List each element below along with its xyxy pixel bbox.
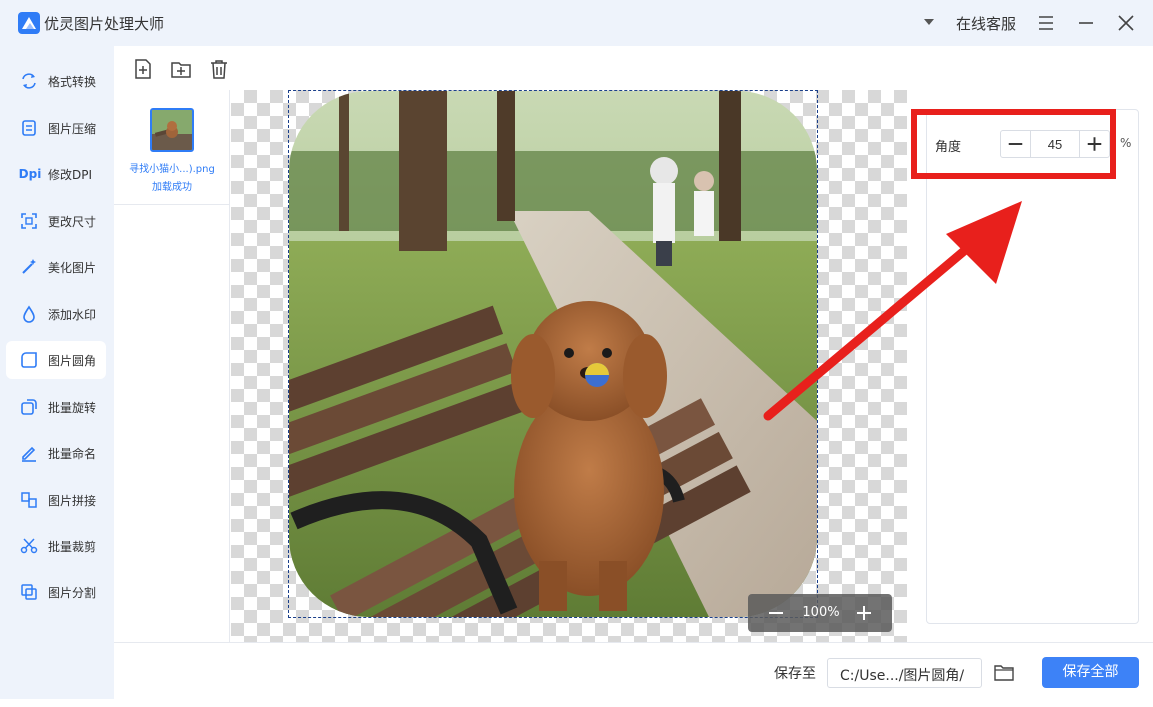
- scissors-icon: [20, 537, 38, 555]
- file-name: 寻找小猫小...).png: [129, 164, 215, 175]
- save-to-label: 保存至: [774, 666, 816, 682]
- file-list: 寻找小猫小...).png 加载成功: [114, 90, 230, 689]
- title-bar: 优灵图片处理大师 在线客服: [0, 0, 1153, 46]
- sidebar-item-watermark[interactable]: 添加水印: [6, 295, 106, 333]
- image-frame: [288, 90, 818, 618]
- sidebar-item-resize[interactable]: 更改尺寸: [6, 202, 106, 240]
- sidebar: 格式转换 图片压缩 Dpi 修改DPI 更改尺寸 美化图片 添加水印 图片圆角: [0, 46, 114, 707]
- zoom-level: 100%: [802, 605, 840, 620]
- angle-unit: %: [1120, 136, 1132, 150]
- sidebar-item-rounded-corner[interactable]: 图片圆角: [6, 341, 106, 379]
- chevron-down-icon[interactable]: [923, 17, 935, 27]
- folder-icon[interactable]: [994, 663, 1014, 681]
- rotate-icon: [20, 398, 38, 416]
- rename-icon: [20, 444, 38, 462]
- format-convert-icon: [20, 72, 38, 90]
- sidebar-item-label: 更改尺寸: [48, 215, 97, 229]
- sidebar-item-compress[interactable]: 图片压缩: [6, 109, 106, 147]
- divider: [114, 204, 230, 205]
- zoom-out-icon[interactable]: [766, 603, 786, 623]
- sidebar-item-label: 修改DPI: [48, 168, 93, 182]
- trash-icon[interactable]: [208, 58, 230, 80]
- sidebar-item-label: 格式转换: [48, 75, 97, 89]
- zoom-control: 100%: [748, 594, 892, 632]
- online-support-link[interactable]: 在线客服: [956, 13, 1016, 34]
- sidebar-item-label: 图片拼接: [48, 494, 97, 508]
- resize-icon: [20, 212, 38, 230]
- sidebar-item-label: 美化图片: [48, 261, 97, 275]
- magic-wand-icon: [20, 258, 38, 276]
- sidebar-item-label: 添加水印: [48, 308, 97, 322]
- sidebar-item-dpi[interactable]: Dpi 修改DPI: [6, 155, 106, 193]
- rounded-corner-icon: [20, 351, 38, 369]
- sidebar-item-beautify[interactable]: 美化图片: [6, 248, 106, 286]
- file-status: 加载成功: [152, 182, 192, 193]
- app-logo-icon: [18, 12, 40, 34]
- annotation-arrow-icon: [763, 201, 1022, 421]
- close-icon[interactable]: [1115, 12, 1137, 34]
- minimize-icon[interactable]: [1075, 12, 1097, 34]
- sidebar-item-rotate[interactable]: 批量旋转: [6, 388, 106, 426]
- dpi-icon: Dpi: [18, 167, 42, 181]
- sidebar-item-label: 图片圆角: [48, 354, 97, 368]
- save-path-field[interactable]: C:/Use.../图片圆角/: [827, 658, 982, 688]
- sidebar-item-label: 图片压缩: [48, 122, 97, 136]
- file-thumbnail[interactable]: [150, 108, 194, 152]
- app-title: 优灵图片处理大师: [44, 15, 165, 33]
- sidebar-item-crop[interactable]: 批量裁剪: [6, 527, 106, 565]
- compress-icon: [20, 119, 38, 137]
- split-icon: [20, 583, 38, 601]
- annotation-highlight-box: [911, 109, 1116, 179]
- stitch-icon: [20, 491, 38, 509]
- sidebar-item-label: 批量旋转: [48, 401, 97, 415]
- add-file-icon[interactable]: [132, 58, 154, 80]
- watermark-icon: [20, 305, 38, 323]
- bottom-bar: 保存至 C:/Use.../图片圆角/ 保存全部: [114, 642, 1153, 707]
- sidebar-item-label: 批量裁剪: [48, 540, 97, 554]
- sidebar-item-rename[interactable]: 批量命名: [6, 434, 106, 472]
- bottom-edge: [0, 699, 1153, 707]
- sidebar-item-label: 批量命名: [48, 447, 97, 461]
- add-folder-icon[interactable]: [170, 58, 192, 80]
- zoom-in-icon[interactable]: [854, 603, 874, 623]
- sidebar-item-label: 图片分割: [48, 586, 97, 600]
- app-window: 优灵图片处理大师 在线客服 格式转换 图片压缩 Dpi 修改DPI 更改尺寸 美…: [0, 0, 1153, 707]
- preview-image: [289, 91, 817, 617]
- sidebar-item-format-convert[interactable]: 格式转换: [6, 62, 106, 100]
- sidebar-item-split[interactable]: 图片分割: [6, 573, 106, 611]
- menu-icon[interactable]: [1035, 12, 1057, 34]
- save-all-button[interactable]: 保存全部: [1042, 657, 1139, 688]
- sidebar-item-stitch[interactable]: 图片拼接: [6, 481, 106, 519]
